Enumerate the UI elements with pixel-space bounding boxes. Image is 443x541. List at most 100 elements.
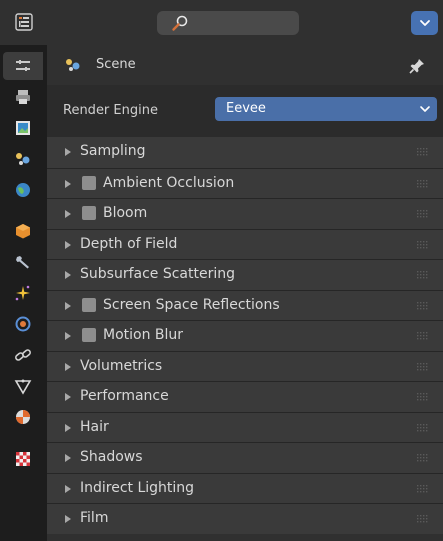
particles-tab[interactable] bbox=[3, 279, 43, 307]
disclosure-arrow-icon[interactable] bbox=[64, 148, 72, 156]
scene-icon bbox=[66, 59, 80, 71]
drag-handle-icon[interactable] bbox=[417, 454, 429, 462]
section-label: Bloom bbox=[103, 205, 148, 221]
panel-section[interactable]: Volumetrics bbox=[47, 350, 443, 381]
world-icon bbox=[16, 183, 30, 197]
panel-section[interactable]: Screen Space Reflections bbox=[47, 289, 443, 320]
drag-handle-icon[interactable] bbox=[417, 271, 429, 279]
render-tab[interactable] bbox=[3, 83, 43, 111]
disclosure-arrow-icon[interactable] bbox=[64, 332, 72, 340]
world-tab[interactable] bbox=[3, 176, 43, 204]
material-tab[interactable] bbox=[3, 403, 43, 431]
section-label: Performance bbox=[80, 388, 169, 404]
material-icon bbox=[16, 410, 30, 424]
context-scene-label: Scene bbox=[96, 57, 136, 72]
panel-section[interactable]: Ambient Occlusion bbox=[47, 167, 443, 198]
search-input[interactable] bbox=[157, 11, 299, 35]
drag-handle-icon[interactable] bbox=[417, 362, 429, 371]
section-label: Hair bbox=[80, 418, 109, 435]
object-cube-icon bbox=[16, 224, 30, 239]
physics-icon bbox=[15, 316, 31, 332]
scene-icon bbox=[16, 153, 30, 165]
render-properties-panel: Scene Render Engine Eevee Sampling Ambien… bbox=[47, 45, 443, 541]
render-engine-label: Render Engine bbox=[63, 103, 158, 118]
section-label: Film bbox=[80, 510, 109, 526]
disclosure-arrow-icon[interactable] bbox=[64, 515, 72, 523]
editor-type-button[interactable] bbox=[12, 10, 36, 34]
section-enable-checkbox[interactable] bbox=[82, 297, 96, 312]
mesh-data-icon bbox=[14, 379, 32, 395]
render-engine-row: Render Engine Eevee bbox=[47, 85, 443, 137]
section-label: Depth of Field bbox=[80, 235, 178, 252]
image-icon bbox=[16, 121, 30, 135]
data-tab[interactable] bbox=[3, 372, 43, 400]
drag-handle-icon[interactable] bbox=[417, 484, 429, 493]
section-label: Indirect Lighting bbox=[80, 479, 195, 496]
drag-handle-icon[interactable] bbox=[417, 148, 429, 156]
drag-handle-icon[interactable] bbox=[417, 423, 429, 432]
drag-handle-icon[interactable] bbox=[417, 179, 429, 188]
constraints-tab[interactable] bbox=[3, 341, 43, 369]
panel-section[interactable]: Sampling bbox=[47, 137, 443, 168]
pin-icon[interactable] bbox=[408, 57, 426, 75]
chevron-down-icon bbox=[420, 106, 430, 112]
panel-section[interactable]: Subsurface Scattering bbox=[47, 259, 443, 290]
section-label: Subsurface Scattering bbox=[80, 266, 235, 282]
drag-handle-icon[interactable] bbox=[417, 332, 429, 340]
texture-tab[interactable] bbox=[3, 445, 43, 473]
section-label: Ambient Occlusion bbox=[103, 174, 235, 191]
disclosure-arrow-icon[interactable] bbox=[64, 362, 72, 371]
section-label: Screen Space Reflections bbox=[103, 296, 280, 313]
render-engine-select[interactable]: Eevee bbox=[215, 97, 437, 121]
panel-section[interactable]: Shadows bbox=[47, 442, 443, 473]
context-path: Scene bbox=[47, 45, 443, 85]
texture-checker-icon bbox=[16, 452, 30, 466]
section-enable-checkbox[interactable] bbox=[82, 175, 96, 190]
disclosure-arrow-icon[interactable] bbox=[64, 393, 72, 401]
panel-section[interactable]: Hair bbox=[47, 411, 443, 442]
disclosure-arrow-icon[interactable] bbox=[64, 210, 72, 218]
panel-section[interactable]: Film bbox=[47, 503, 443, 534]
disclosure-arrow-icon[interactable] bbox=[64, 423, 72, 432]
object-tab[interactable] bbox=[3, 217, 43, 245]
section-label: Motion Blur bbox=[103, 327, 184, 343]
panel-section[interactable]: Indirect Lighting bbox=[47, 472, 443, 503]
disclosure-arrow-icon[interactable] bbox=[64, 484, 72, 493]
options-dropdown-button[interactable] bbox=[411, 11, 438, 35]
section-label: Shadows bbox=[80, 449, 143, 465]
disclosure-arrow-icon[interactable] bbox=[64, 271, 72, 279]
particles-icon bbox=[15, 285, 30, 301]
wrench-icon bbox=[16, 256, 29, 269]
panel-section[interactable]: Bloom bbox=[47, 198, 443, 229]
section-label: Volumetrics bbox=[80, 357, 163, 374]
modifiers-tab[interactable] bbox=[3, 248, 43, 276]
section-enable-checkbox[interactable] bbox=[82, 328, 96, 342]
disclosure-arrow-icon[interactable] bbox=[64, 454, 72, 462]
properties-tab-bar bbox=[0, 45, 47, 541]
render-engine-value: Eevee bbox=[226, 101, 266, 116]
drag-handle-icon[interactable] bbox=[417, 301, 429, 310]
view-layer-tab[interactable] bbox=[3, 114, 43, 142]
drag-handle-icon[interactable] bbox=[417, 515, 429, 523]
panel-section[interactable]: Depth of Field bbox=[47, 228, 443, 259]
scene-tab[interactable] bbox=[3, 145, 43, 173]
properties-header bbox=[0, 0, 443, 45]
constraints-icon bbox=[15, 349, 31, 361]
panel-sections: Sampling Ambient Occlusion Bloom Depth of F… bbox=[47, 137, 443, 534]
physics-tab[interactable] bbox=[3, 310, 43, 338]
printer-icon bbox=[16, 90, 30, 104]
drag-handle-icon[interactable] bbox=[417, 210, 429, 218]
tool-tab[interactable] bbox=[3, 52, 43, 80]
panel-section[interactable]: Motion Blur bbox=[47, 320, 443, 351]
properties-editor-icon bbox=[15, 13, 33, 31]
panel-section[interactable]: Performance bbox=[47, 381, 443, 412]
disclosure-arrow-icon[interactable] bbox=[64, 301, 72, 310]
disclosure-arrow-icon[interactable] bbox=[64, 179, 72, 188]
section-enable-checkbox[interactable] bbox=[82, 206, 96, 220]
disclosure-arrow-icon[interactable] bbox=[64, 240, 72, 249]
drag-handle-icon[interactable] bbox=[417, 393, 429, 401]
search-icon bbox=[172, 15, 188, 31]
section-label: Sampling bbox=[80, 143, 146, 159]
tool-icon bbox=[16, 60, 30, 71]
drag-handle-icon[interactable] bbox=[417, 240, 429, 249]
